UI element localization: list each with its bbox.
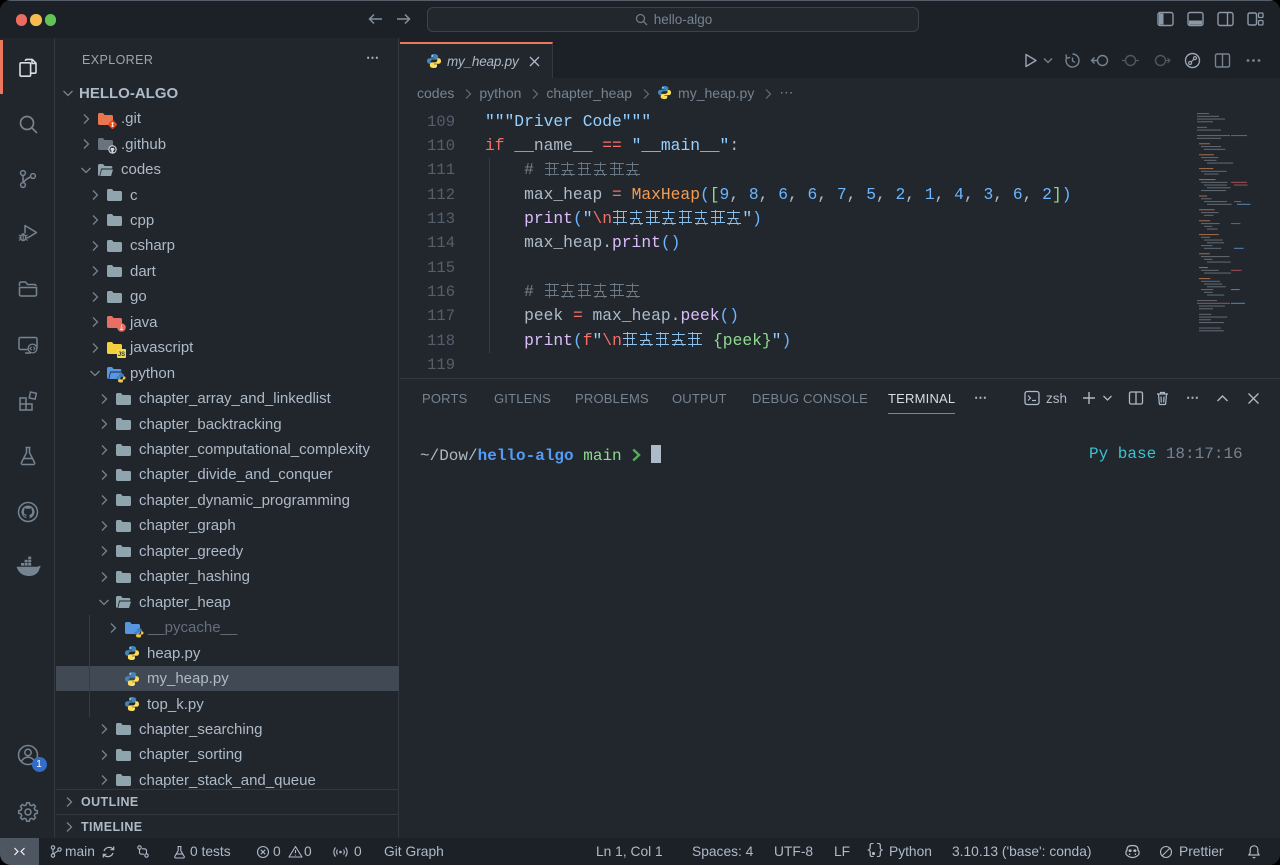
- svg-text:JS: JS: [118, 352, 125, 358]
